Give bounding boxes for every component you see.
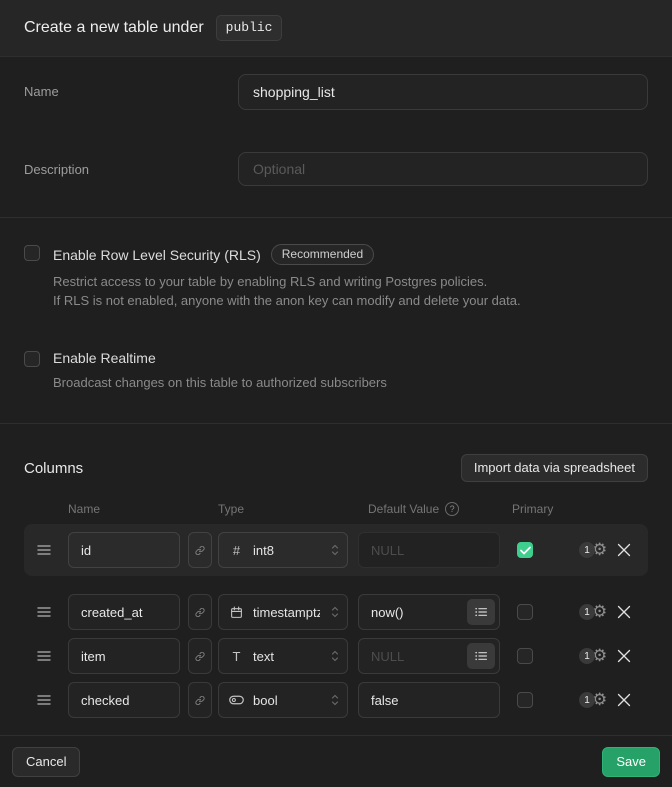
link-icon xyxy=(195,650,205,663)
name-form-row: Name xyxy=(24,74,648,110)
columns-rows: # int8 1 ⚙ xyxy=(24,524,648,718)
foreign-key-link-button[interactable] xyxy=(188,638,212,674)
settings-count-badge: 1 xyxy=(579,648,595,664)
realtime-option: Enable Realtime Broadcast changes on thi… xyxy=(24,350,648,392)
column-type-select[interactable]: T text xyxy=(218,638,348,674)
dialog-header: Create a new table under public xyxy=(0,0,672,57)
primary-key-checkbox[interactable] xyxy=(517,648,533,664)
foreign-key-link-button[interactable] xyxy=(188,682,212,718)
settings-count-badge: 1 xyxy=(579,692,595,708)
primary-key-checkbox[interactable] xyxy=(517,692,533,708)
list-icon xyxy=(475,607,487,617)
column-row-created-at: timestamptz 1 ⚙ xyxy=(24,594,648,630)
table-options-section: Enable Row Level Security (RLS) Recommen… xyxy=(0,218,672,424)
column-type-select[interactable]: bool xyxy=(218,682,348,718)
column-name-input[interactable] xyxy=(68,682,180,718)
cancel-button[interactable]: Cancel xyxy=(12,747,80,777)
hash-icon: # xyxy=(229,543,244,558)
column-name-input[interactable] xyxy=(68,594,180,630)
remove-column-button[interactable] xyxy=(617,649,631,663)
column-header-default: Default Value xyxy=(368,502,439,516)
schema-badge: public xyxy=(216,15,283,41)
column-header-type: Type xyxy=(218,502,244,516)
drag-handle-icon[interactable] xyxy=(37,544,51,556)
remove-column-button[interactable] xyxy=(617,543,631,557)
chevron-up-down-icon xyxy=(329,605,341,619)
column-type-select[interactable]: timestamptz xyxy=(218,594,348,630)
column-name-input[interactable] xyxy=(68,638,180,674)
settings-count-badge: 1 xyxy=(579,542,595,558)
rls-description: Restrict access to your table by enablin… xyxy=(53,272,648,310)
columns-table-header: Name Type Default Value ? Primary xyxy=(24,502,648,516)
column-default-input[interactable] xyxy=(358,532,500,568)
drag-handle-icon[interactable] xyxy=(37,694,51,706)
link-icon xyxy=(195,694,205,707)
column-row-id: # int8 1 ⚙ xyxy=(24,532,648,568)
rls-label: Enable Row Level Security (RLS) xyxy=(53,247,261,263)
chevron-up-down-icon xyxy=(329,649,341,663)
save-button[interactable]: Save xyxy=(602,747,660,777)
table-description-input[interactable] xyxy=(238,152,648,186)
column-settings-button[interactable]: 1 ⚙ xyxy=(579,692,607,709)
default-value-options-button[interactable] xyxy=(467,599,495,625)
primary-key-row-container: # int8 1 ⚙ xyxy=(24,524,648,576)
drag-handle-icon[interactable] xyxy=(37,606,51,618)
primary-key-checkbox[interactable] xyxy=(517,542,533,558)
realtime-description: Broadcast changes on this table to autho… xyxy=(53,373,648,392)
table-name-input[interactable] xyxy=(238,74,648,110)
foreign-key-link-button[interactable] xyxy=(188,594,212,630)
realtime-label: Enable Realtime xyxy=(53,350,156,366)
link-icon xyxy=(195,544,205,557)
list-icon xyxy=(475,651,487,661)
toggle-icon xyxy=(229,695,244,705)
create-table-dialog: Create a new table under public Name Des… xyxy=(0,0,672,787)
realtime-checkbox[interactable] xyxy=(24,351,40,367)
close-icon xyxy=(617,543,631,557)
column-default-input[interactable] xyxy=(358,682,500,718)
check-icon xyxy=(520,546,531,555)
close-icon xyxy=(617,605,631,619)
calendar-icon xyxy=(229,606,244,619)
drag-handle-icon[interactable] xyxy=(37,650,51,662)
column-settings-button[interactable]: 1 ⚙ xyxy=(579,542,607,559)
chevron-up-down-icon xyxy=(329,693,341,707)
settings-count-badge: 1 xyxy=(579,604,595,620)
columns-section: Columns Import data via spreadsheet Name… xyxy=(0,424,672,735)
recommended-badge: Recommended xyxy=(271,244,374,265)
import-spreadsheet-button[interactable]: Import data via spreadsheet xyxy=(461,454,648,482)
foreign-key-link-button[interactable] xyxy=(188,532,212,568)
link-icon xyxy=(195,606,205,619)
default-value-help-icon[interactable]: ? xyxy=(445,502,459,516)
description-form-row: Description xyxy=(24,152,648,186)
dialog-footer: Cancel Save xyxy=(0,735,672,787)
default-value-options-button[interactable] xyxy=(467,643,495,669)
column-type-select[interactable]: # int8 xyxy=(218,532,348,568)
column-header-name: Name xyxy=(68,502,100,516)
rls-option: Enable Row Level Security (RLS) Recommen… xyxy=(24,244,648,310)
text-type-icon: T xyxy=(229,649,244,664)
dialog-title: Create a new table under xyxy=(24,19,204,37)
close-icon xyxy=(617,693,631,707)
column-settings-button[interactable]: 1 ⚙ xyxy=(579,648,607,665)
rls-checkbox[interactable] xyxy=(24,245,40,261)
remove-column-button[interactable] xyxy=(617,693,631,707)
name-label: Name xyxy=(24,84,59,99)
column-row-checked: bool 1 ⚙ xyxy=(24,682,648,718)
close-icon xyxy=(617,649,631,663)
column-settings-button[interactable]: 1 ⚙ xyxy=(579,604,607,621)
columns-title: Columns xyxy=(24,460,83,477)
column-name-input[interactable] xyxy=(68,532,180,568)
remove-column-button[interactable] xyxy=(617,605,631,619)
column-header-primary: Primary xyxy=(512,502,553,516)
chevron-up-down-icon xyxy=(329,543,341,557)
description-label: Description xyxy=(24,162,89,177)
table-info-section: Name Description xyxy=(0,57,672,218)
column-row-item: T text 1 ⚙ xyxy=(24,638,648,674)
primary-key-checkbox[interactable] xyxy=(517,604,533,620)
